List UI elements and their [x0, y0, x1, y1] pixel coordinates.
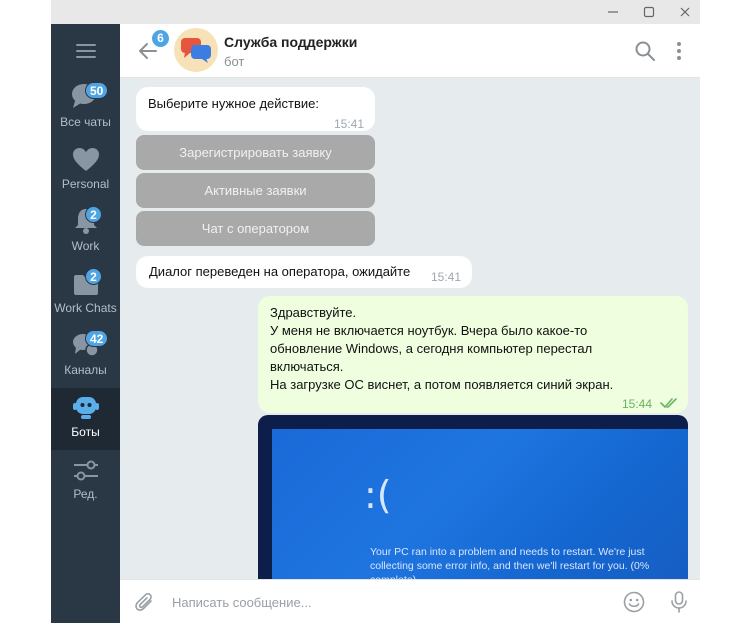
message-text: Выберите нужное действие: — [148, 96, 319, 111]
folder-personal[interactable]: Personal — [51, 140, 120, 202]
message-bubble: Выберите нужное действие: 15:41 — [136, 87, 375, 131]
folder-badge: 50 — [85, 82, 109, 99]
folder-label: Work Chats — [54, 301, 117, 315]
message-text: Диалог переведен на оператора, ожидайте — [149, 264, 411, 279]
search-icon — [635, 41, 655, 61]
chat-header: 6 Служба поддержки бот — [120, 24, 700, 78]
unread-badge: 6 — [152, 30, 169, 47]
attach-button[interactable] — [134, 592, 156, 614]
menu-button[interactable] — [51, 24, 120, 78]
message-line: включаться. — [270, 359, 344, 374]
message-input[interactable] — [172, 590, 592, 614]
close-icon — [680, 7, 690, 17]
message-line: У меня не включается ноутбук. Вчера было… — [270, 323, 588, 338]
double-check-icon — [660, 398, 677, 408]
folder-work[interactable]: 2 Work — [51, 202, 120, 264]
keyboard-button-register[interactable]: Зарегистрировать заявку — [136, 135, 375, 170]
folder-label: Ред. — [73, 487, 98, 501]
folder-channels[interactable]: 42 Каналы — [51, 326, 120, 388]
title-bar — [51, 0, 700, 24]
edit-sliders-icon — [73, 460, 98, 481]
bsod-screen: :( Your PC ran into a problem and needs … — [272, 429, 688, 579]
message-composer — [120, 579, 700, 623]
emoji-button[interactable] — [623, 591, 645, 613]
keyboard-button-active-requests[interactable]: Активные заявки — [136, 173, 375, 208]
folder-label: Боты — [71, 425, 100, 439]
voice-record-button[interactable] — [668, 591, 690, 613]
folder-label: Work — [71, 239, 100, 253]
minimize-icon — [608, 11, 618, 13]
folder-bots[interactable]: Боты — [51, 388, 120, 450]
more-vertical-icon — [677, 42, 681, 60]
support-chat-bubbles-icon — [181, 38, 211, 63]
maximize-button[interactable] — [633, 0, 665, 24]
smiley-icon — [623, 591, 645, 613]
keyboard-button-operator-chat[interactable]: Чат с оператором — [136, 211, 375, 246]
heart-icon — [72, 148, 99, 171]
outgoing-message-bubble: Здравствуйте. У меня не включается ноутб… — [258, 296, 688, 413]
folder-badge: 42 — [85, 330, 109, 347]
message-time: 15:41 — [431, 270, 462, 284]
folder-badge: 2 — [85, 268, 102, 285]
chat-title[interactable]: Служба поддержки — [224, 34, 357, 50]
paperclip-icon — [135, 593, 152, 611]
message-list[interactable]: Выберите нужное действие: 15:41 Зарегист… — [120, 78, 700, 579]
folder-label: Personal — [61, 177, 110, 191]
search-button[interactable] — [634, 40, 656, 62]
folder-work-chats[interactable]: 2 Work Chats — [51, 264, 120, 326]
hamburger-icon — [75, 44, 96, 58]
bot-icon — [72, 397, 99, 419]
microphone-icon — [671, 591, 687, 613]
maximize-icon — [643, 6, 655, 18]
bsod-message: Your PC ran into a problem and needs to … — [370, 546, 650, 579]
minimize-button[interactable] — [597, 0, 629, 24]
message-line: На загрузке ОС виснет, а потом появляетс… — [270, 377, 614, 392]
folder-all-chats[interactable]: 50 Все чаты — [51, 78, 120, 140]
message-bubble: Диалог переведен на оператора, ожидайте … — [136, 256, 472, 288]
message-time: 15:44 — [622, 397, 653, 411]
chat-subtitle: бот — [224, 54, 245, 69]
folder-label: Все чаты — [60, 115, 111, 129]
message-time: 15:41 — [334, 117, 365, 131]
avatar[interactable] — [174, 28, 218, 72]
telegram-window: 50 Все чаты Personal 2 Work 2 Work Chats… — [51, 0, 700, 623]
message-line: Здравствуйте. — [270, 305, 357, 320]
message-line: обновление Windows, а сегодня компьютер … — [270, 341, 593, 356]
close-button[interactable] — [669, 0, 701, 24]
photo-attachment[interactable]: :( Your PC ran into a problem and needs … — [258, 415, 688, 579]
more-options-button[interactable] — [672, 40, 686, 62]
folder-edit[interactable]: Ред. — [51, 450, 120, 512]
folder-badge: 2 — [85, 206, 102, 223]
bsod-sad-face: :( — [364, 473, 392, 517]
folder-label: Каналы — [64, 363, 107, 377]
folders-sidebar: 50 Все чаты Personal 2 Work 2 Work Chats… — [51, 24, 120, 623]
